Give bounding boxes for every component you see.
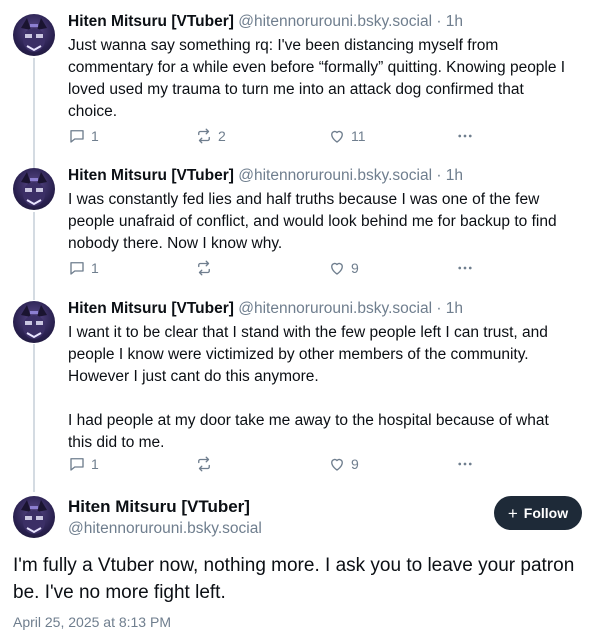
repost-arrows-icon: [195, 455, 213, 473]
reply-count: 1: [91, 128, 99, 144]
post-header: Hiten Mitsuru [VTuber] @hitennorurouni.b…: [68, 12, 463, 32]
post-actions: 1 2 11: [68, 127, 488, 149]
post-actions: 1 9: [68, 455, 488, 477]
heart-icon: [328, 455, 346, 473]
follow-label: Follow: [523, 505, 569, 521]
author-name[interactable]: Hiten Mitsuru [VTuber]: [68, 300, 234, 317]
ellipsis-icon: [456, 127, 474, 145]
ellipsis-icon: [456, 259, 474, 277]
repost-button[interactable]: [195, 259, 218, 277]
post-header: Hiten Mitsuru [VTuber] @hitennorurouni.b…: [68, 299, 463, 319]
author-name[interactable]: Hiten Mitsuru [VTuber]: [68, 13, 234, 30]
post-text: I was constantly fed lies and half truth…: [68, 191, 561, 252]
follow-button[interactable]: + Follow: [494, 496, 582, 530]
author-handle[interactable]: @hitennorurouni.bsky.social: [68, 520, 262, 538]
author-handle-time[interactable]: @hitennorurouni.bsky.social · 1h: [238, 300, 463, 317]
like-count: 9: [351, 260, 359, 276]
repost-arrows-icon: [195, 259, 213, 277]
like-button[interactable]: 9: [328, 259, 359, 277]
thread-post[interactable]: Hiten Mitsuru [VTuber] @hitennorurouni.b…: [0, 166, 595, 286]
speech-bubble-icon: [68, 455, 86, 473]
post-timestamp[interactable]: April 25, 2025 at 8:13 PM: [13, 614, 171, 630]
author-handle-time[interactable]: @hitennorurouni.bsky.social · 1h: [238, 167, 463, 184]
repost-count: 2: [218, 128, 226, 144]
speech-bubble-icon: [68, 127, 86, 145]
more-options-button[interactable]: [456, 455, 474, 473]
main-post: Hiten Mitsuru [VTuber] @hitennorurouni.b…: [0, 490, 595, 639]
like-button[interactable]: 11: [328, 127, 366, 145]
reply-button[interactable]: 1: [68, 455, 99, 473]
more-options-button[interactable]: [456, 259, 474, 277]
repost-button[interactable]: [195, 455, 218, 473]
post-text: I'm fully a Vtuber now, nothing more. I …: [13, 555, 575, 603]
more-options-button[interactable]: [456, 127, 474, 145]
thread-post[interactable]: Hiten Mitsuru [VTuber] @hitennorurouni.b…: [0, 299, 595, 484]
ellipsis-icon: [456, 455, 474, 473]
author-handle-time[interactable]: @hitennorurouni.bsky.social · 1h: [238, 13, 463, 30]
author-name[interactable]: Hiten Mitsuru [VTuber]: [68, 497, 250, 517]
post-text: Just wanna say something rq: I've been d…: [68, 37, 570, 120]
like-count: 11: [351, 128, 366, 144]
reply-button[interactable]: 1: [68, 127, 99, 145]
post-actions: 1 9: [68, 259, 488, 281]
heart-icon: [328, 127, 346, 145]
repost-button[interactable]: 2: [195, 127, 226, 145]
author-name[interactable]: Hiten Mitsuru [VTuber]: [68, 167, 234, 184]
post-header: Hiten Mitsuru [VTuber] @hitennorurouni.b…: [68, 166, 463, 186]
plus-icon: +: [507, 503, 518, 523]
reply-button[interactable]: 1: [68, 259, 99, 277]
reply-count: 1: [91, 260, 99, 276]
repost-arrows-icon: [195, 127, 213, 145]
thread-post[interactable]: Hiten Mitsuru [VTuber] @hitennorurouni.b…: [0, 12, 595, 162]
heart-icon: [328, 259, 346, 277]
avatar[interactable]: [13, 14, 55, 56]
reply-count: 1: [91, 456, 99, 472]
avatar[interactable]: [13, 496, 55, 538]
avatar[interactable]: [13, 168, 55, 210]
avatar[interactable]: [13, 301, 55, 343]
speech-bubble-icon: [68, 259, 86, 277]
like-count: 9: [351, 456, 359, 472]
post-text: I want it to be clear that I stand with …: [68, 324, 549, 451]
like-button[interactable]: 9: [328, 455, 359, 473]
